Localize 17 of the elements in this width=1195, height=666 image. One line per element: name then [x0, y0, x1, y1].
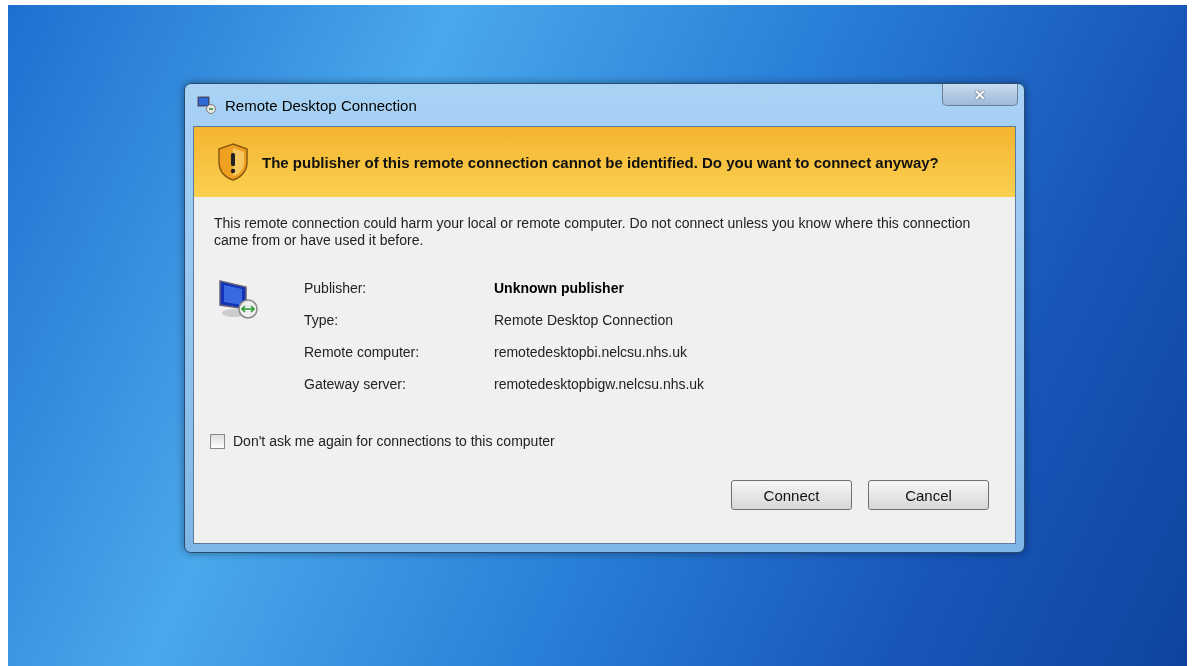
- field-value: Unknown publisher: [494, 279, 625, 297]
- field-label: Type:: [304, 311, 340, 329]
- field-value: Remote Desktop Connection: [494, 311, 674, 329]
- field-label: Publisher:: [304, 279, 368, 297]
- warning-text: The publisher of this remote connection cannot be identified. Do you want to connect anyway?: [262, 153, 939, 171]
- checkbox-label: Don't ask me again for connections to this computer: [233, 433, 555, 449]
- field-label: Remote computer:: [304, 343, 421, 361]
- field-label: Gateway server:: [304, 375, 407, 393]
- field-value: remotedesktopbi.nelcsu.nhs.uk: [494, 343, 688, 361]
- warning-shield-icon: [216, 142, 250, 182]
- warning-message: This remote connection could harm your local or remote computer. Do not connect unless you know where this connection came from or have used it before.: [214, 215, 972, 249]
- window-title: Remote Desktop Connection: [225, 96, 417, 114]
- computer-icon: [197, 96, 217, 114]
- checkbox[interactable]: [210, 433, 225, 449]
- cancel-button[interactable]: Cancel: [868, 480, 989, 510]
- field-value: remotedesktopbigw.nelcsu.nhs.uk: [494, 375, 705, 393]
- connect-button[interactable]: Connect: [731, 480, 852, 510]
